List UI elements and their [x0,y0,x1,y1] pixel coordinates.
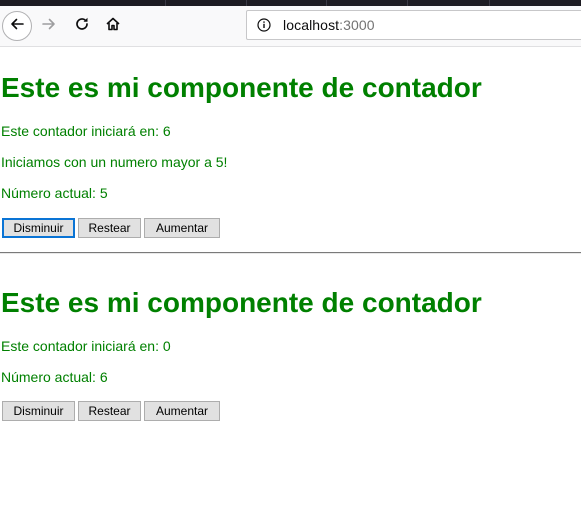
increase-button[interactable]: Aumentar [144,401,220,421]
counter-title: Este es mi componente de contador [1,72,482,103]
decrease-button[interactable]: Disminuir [2,218,75,238]
counter-current-text: Número actual: 5 [1,185,108,201]
counter-start-text: Este contador iniciará en: 0 [1,338,171,354]
browser-navbar: localhost:3000 [0,6,581,47]
decrease-button[interactable]: Disminuir [2,401,75,421]
back-button[interactable] [2,11,32,41]
increase-button[interactable]: Aumentar [144,218,220,238]
home-button[interactable] [98,11,128,41]
counter-button-row: Disminuir Restear Aumentar [2,218,220,238]
url-host: localhost [283,17,340,33]
url-port: :3000 [339,17,375,33]
url-text: localhost:3000 [283,17,375,33]
back-arrow-icon [9,16,25,37]
reload-icon [74,16,90,37]
reload-button[interactable] [67,11,97,41]
info-icon[interactable] [257,18,271,32]
reset-button[interactable]: Restear [78,401,141,421]
forward-button[interactable] [34,11,64,41]
forward-arrow-icon [41,16,57,37]
counter-button-row: Disminuir Restear Aumentar [2,401,220,421]
reset-button[interactable]: Restear [78,218,141,238]
counter-start-text: Este contador iniciará en: 6 [1,123,171,139]
home-icon [105,16,121,37]
counter-title: Este es mi componente de contador [1,287,482,318]
counter-current-text: Número actual: 6 [1,369,108,385]
section-divider [0,252,581,254]
counter-message: Iniciamos con un numero mayor a 5! [1,154,228,170]
url-bar[interactable]: localhost:3000 [246,10,581,40]
